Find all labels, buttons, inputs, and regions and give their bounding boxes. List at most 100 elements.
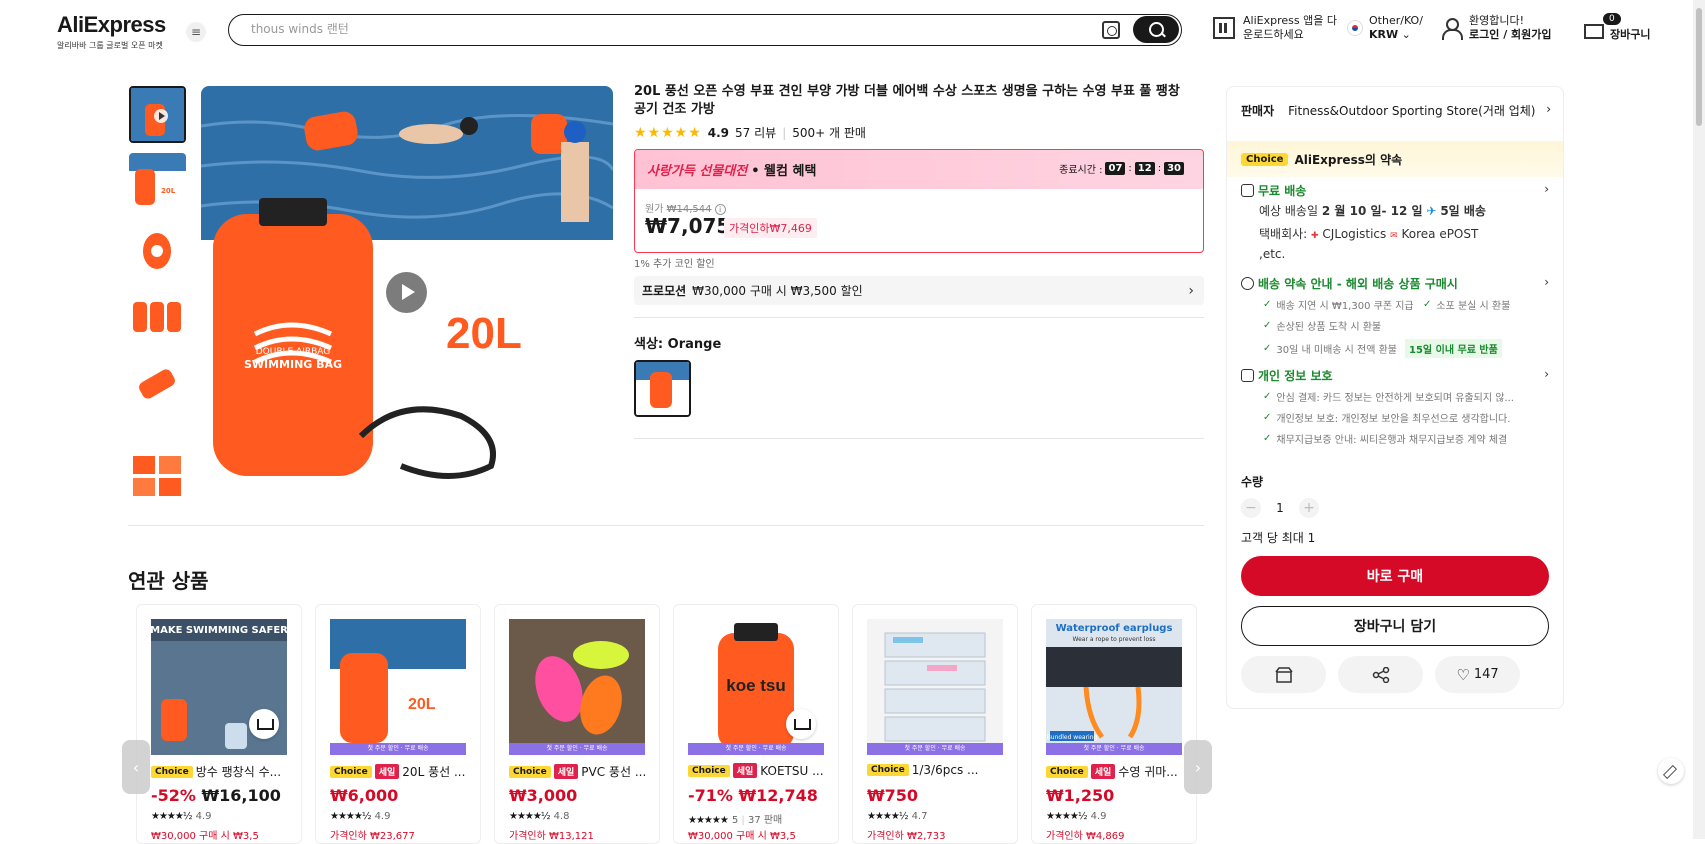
choice-badge: Choice <box>867 764 909 776</box>
related-product-card[interactable]: 첫 주문 할인 · 무료 배송 Choice 1/3/6pcs ... ₩750… <box>852 604 1018 844</box>
gallery-thumbnail[interactable] <box>129 355 186 412</box>
price-value: ₩3,000 <box>509 786 578 805</box>
chevron-right-icon[interactable]: › <box>1544 182 1549 196</box>
search-input[interactable] <box>251 22 1071 36</box>
product-promo: 가격인하 ₩4,869 <box>1046 831 1125 842</box>
first-order-strip: 첫 주문 할인 · 무료 배송 <box>688 743 824 755</box>
promotion-row[interactable]: 프로모션 ₩30,000 구매 시 ₩3,500 할인 › <box>634 276 1204 305</box>
store-button[interactable] <box>1241 656 1326 693</box>
product-name: Choice 1/3/6pcs ... <box>867 763 1007 777</box>
review-count-link[interactable]: 57 리뷰 <box>735 124 776 141</box>
product-price: -52% ₩16,100 <box>151 786 281 805</box>
store-name-link[interactable]: Fitness&Outdoor Sporting Store(거래 업체) <box>1288 102 1546 119</box>
gallery-thumbnail[interactable]: 20L <box>129 153 186 210</box>
locale-line1: Other/KO/ <box>1369 14 1423 27</box>
locale-selector[interactable]: Other/KO/ KRW ⌄ <box>1347 14 1423 42</box>
thumbnail-image <box>129 288 186 345</box>
app-download-line2: 운로드하세요 <box>1243 28 1304 41</box>
account-menu[interactable]: 환영합니다! 로그인 / 회원가입 <box>1441 14 1552 42</box>
delivery-guarantee-title[interactable]: 배송 약속 안내 - 해외 배송 상품 구매시 <box>1241 275 1458 292</box>
related-product-card[interactable]: 20L 첫 주문 할인 · 무료 배송 Choice 세일 20L 풍선 ...… <box>315 604 481 844</box>
add-to-cart-icon[interactable] <box>249 709 279 739</box>
rating-summary: ★★★★★ 4.9 57 리뷰 | 500+ 개 판매 <box>634 124 866 141</box>
privacy-title[interactable]: 개인 정보 보호 <box>1241 367 1333 384</box>
promotion-text: ₩30,000 구매 시 ₩3,500 할인 <box>692 284 863 298</box>
buy-now-button[interactable]: 바로 구매 <box>1241 556 1549 596</box>
first-order-strip: 첫 주문 할인 · 무료 배송 <box>509 743 645 755</box>
thumbnail-image <box>129 448 186 498</box>
page-scrollbar[interactable] <box>1693 0 1705 839</box>
add-to-cart-icon[interactable] <box>786 709 816 739</box>
edit-pencil-icon[interactable] <box>1658 758 1684 784</box>
carousel-next-button[interactable]: › <box>1184 740 1212 794</box>
free-shipping-title[interactable]: 무료 배송 <box>1241 182 1306 199</box>
chevron-right-icon[interactable]: › <box>1544 275 1549 289</box>
image-search-icon[interactable] <box>1102 21 1120 39</box>
gallery-thumbnail[interactable] <box>129 221 186 278</box>
related-product-card[interactable]: koe tsu 첫 주문 할인 · 무료 배송 Choice 세일 KOETSU… <box>673 604 839 844</box>
wishlist-button[interactable]: ♡ 147 <box>1435 656 1520 693</box>
gallery-thumbnail[interactable] <box>129 86 186 143</box>
product-price: ₩750 <box>867 786 918 805</box>
search-bar <box>228 14 1182 46</box>
hamburger-menu-icon[interactable]: ≡ <box>186 22 206 42</box>
aliexpress-logo[interactable]: AliExpress 알리바바 그룹 글로벌 오픈 마켓 <box>57 12 166 51</box>
quantity-value[interactable]: 1 <box>1261 501 1299 515</box>
divider <box>634 317 1204 318</box>
sale-badge: 세일 <box>732 763 758 778</box>
app-download[interactable]: AliExpress 앱을 다 운로드하세요 <box>1213 14 1337 42</box>
product-rating: ★★★★½ 4.9 <box>1046 811 1106 822</box>
rating-value: 4.9 <box>195 811 212 822</box>
rating-value: 4.8 <box>553 811 570 822</box>
related-product-card[interactable]: 첫 주문 할인 · 무료 배송 Choice 세일 PVC 풍선 ... ₩3,… <box>494 604 660 844</box>
product-name-text: 20L 풍선 ... <box>402 765 466 779</box>
clock-icon <box>1241 277 1254 290</box>
quantity-increase-button[interactable]: + <box>1299 498 1319 518</box>
delivery-prefix: 예상 배송일 <box>1259 204 1319 218</box>
gallery-thumbnail[interactable] <box>129 448 186 498</box>
play-video-icon[interactable] <box>386 272 427 313</box>
thumbnail-badge: Bundled wearing <box>1047 734 1098 741</box>
related-product-card[interactable]: Waterproof earplugs Wear a rope to preven… <box>1031 604 1197 844</box>
color-option-orange[interactable] <box>634 360 691 417</box>
product-name: Choice 세일 PVC 풍선 ... <box>509 763 649 780</box>
wishlist-count: 147 <box>1473 667 1499 682</box>
quantity-decrease-button[interactable]: − <box>1241 498 1261 518</box>
product-promo: 가격인하 ₩2,733 <box>867 831 946 842</box>
bag-print-line1: DOUBLE AIRBAG <box>256 347 331 357</box>
chevron-right-icon[interactable]: › <box>1544 367 1549 381</box>
cj-logo-icon: ✚ <box>1311 231 1319 241</box>
thumbnail-caption: 20L <box>408 696 436 713</box>
related-product-card[interactable]: MAKE SWIMMING SAFER Choice 방수 팽창식 수... -… <box>136 604 302 844</box>
seller-row[interactable]: 판매자 Fitness&Outdoor Sporting Store(거래 업체… <box>1241 102 1551 119</box>
sale-badge: 세일 <box>1090 764 1116 779</box>
deal-box: 사랑가득 선물대전 • 웰컴 혜택 종료시간 : 07: 12: 30 원가 ₩… <box>634 149 1204 253</box>
free-shipping-label: 무료 배송 <box>1258 184 1307 198</box>
product-rating: ★★★★½ 4.7 <box>867 811 927 822</box>
privacy-item: 안심 결제: 카드 정보는 안전하게 보호되며 유출되지 않... <box>1263 389 1514 404</box>
korea-flag-icon <box>1347 20 1363 36</box>
carousel-prev-button[interactable]: ‹ <box>122 740 150 794</box>
gallery-thumbnail[interactable] <box>129 288 186 345</box>
thumbnail-caption: Waterproof earplugs <box>1056 623 1173 634</box>
login-signup-link[interactable]: 로그인 / 회원가입 <box>1469 28 1552 41</box>
share-button[interactable] <box>1338 656 1423 693</box>
thumbnail-image: 20L <box>129 153 186 210</box>
choice-badge: Choice <box>1046 765 1088 778</box>
product-name: Choice 세일 KOETSU ... <box>688 763 828 778</box>
product-price: ₩6,000 <box>330 786 398 805</box>
deal-title: • 웰컴 혜택 <box>751 164 817 179</box>
related-products-title: 연관 상품 <box>128 569 209 593</box>
product-name: Choice 세일 20L 풍선 ... <box>330 763 470 780</box>
guarantee-item: 소포 분실 시 환불 <box>1423 297 1510 312</box>
thumbnail-image <box>129 355 186 412</box>
free-return-tag: 15일 이내 무료 반품 <box>1405 339 1502 358</box>
chevron-right-icon: › <box>1546 102 1551 116</box>
thumbnail-image <box>129 221 186 278</box>
add-to-cart-button[interactable]: 장바구니 담기 <box>1241 606 1549 646</box>
rating-value: 4.7 <box>911 811 928 822</box>
purchase-panel: 판매자 Fitness&Outdoor Sporting Store(거래 업체… <box>1226 86 1564 709</box>
search-button[interactable] <box>1133 16 1179 43</box>
product-name-text: 방수 팽창식 수... <box>195 765 282 779</box>
original-price: 원가 ₩14,544 i <box>645 200 726 215</box>
